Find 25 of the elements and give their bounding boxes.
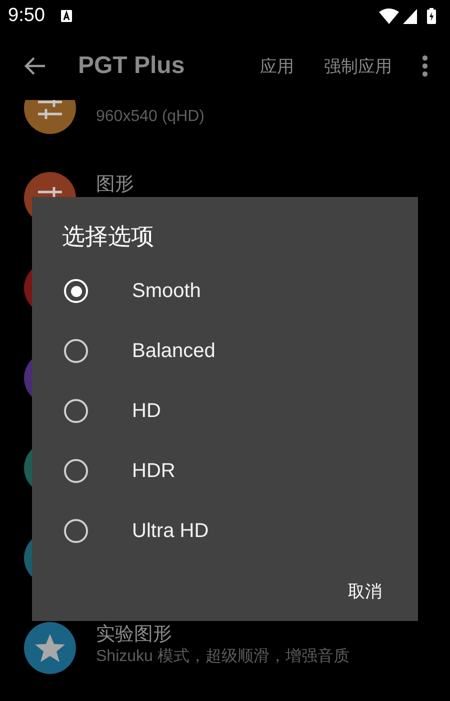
battery-icon	[427, 8, 436, 24]
app-title: PGT Plus	[78, 52, 186, 80]
setting-summary: Shizuku 模式，超级顺滑，增强音质	[96, 648, 350, 665]
option-label[interactable]: HDR	[132, 460, 176, 482]
setting-title: 图形	[96, 174, 134, 195]
more-menu-icon[interactable]	[422, 55, 428, 77]
option-label[interactable]: Ultra HD	[132, 520, 209, 542]
radio-button[interactable]	[64, 399, 88, 423]
cancel-button[interactable]: 取消	[340, 574, 390, 608]
option-label[interactable]: HD	[132, 400, 161, 422]
clock-time: 9:50	[8, 5, 45, 27]
setting-title: 实验图形	[96, 624, 172, 645]
back-arrow-icon[interactable]	[24, 57, 46, 75]
setting-summary: 960x540 (qHD)	[96, 108, 204, 125]
dialog-title: 选择选项	[62, 222, 154, 251]
radio-button[interactable]	[64, 339, 88, 363]
option-label[interactable]: Balanced	[132, 340, 216, 362]
notification-icon	[60, 10, 72, 22]
signal-icon	[403, 8, 417, 24]
radio-button[interactable]	[64, 459, 88, 483]
option-label[interactable]: Smooth	[132, 280, 201, 302]
radio-button[interactable]	[64, 519, 88, 543]
action-button[interactable]: 强制应用	[324, 54, 392, 78]
action-button[interactable]: 应用	[260, 54, 294, 78]
wifi-icon	[379, 8, 399, 24]
